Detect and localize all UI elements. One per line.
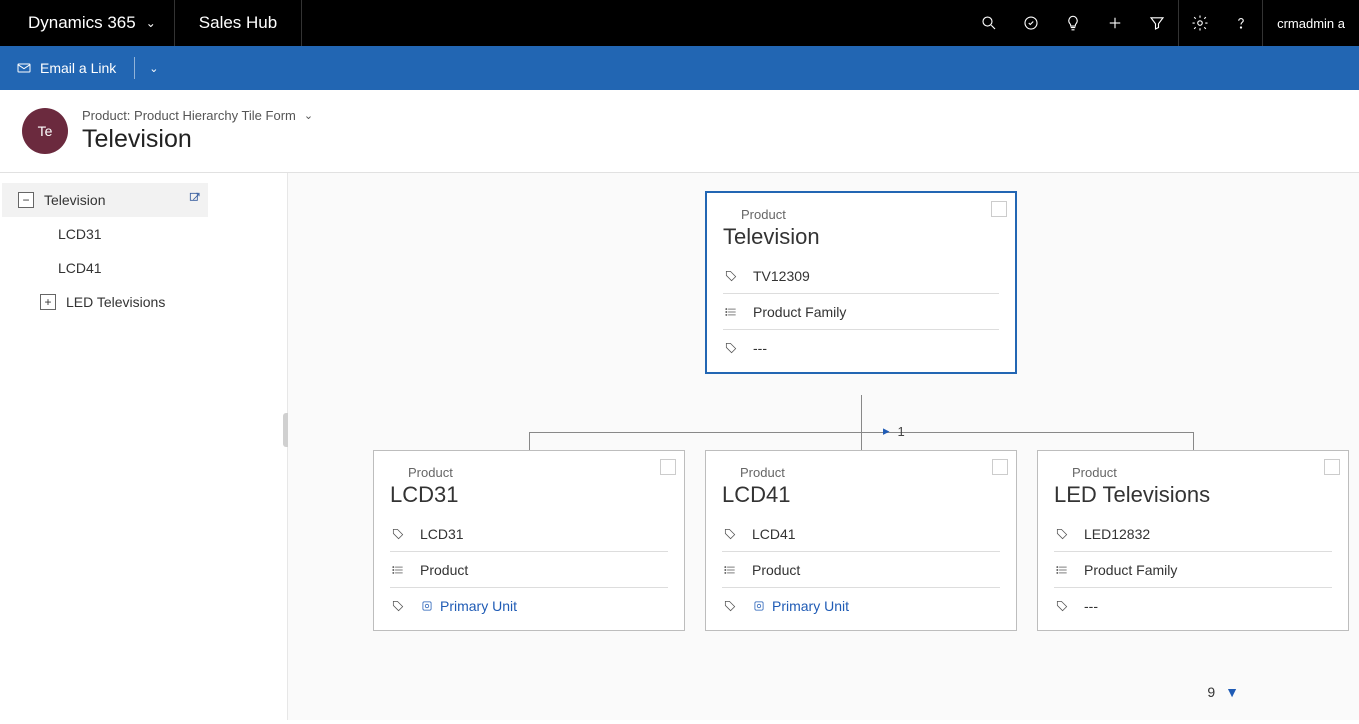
tile-row-code: TV12309 <box>723 258 999 294</box>
unit-link[interactable]: Primary Unit <box>752 598 849 614</box>
tile-led-televisions[interactable]: Product LED Televisions LED12832 Product… <box>1037 450 1349 631</box>
bulb-icon[interactable] <box>1052 0 1094 46</box>
tag-icon <box>390 527 406 541</box>
entity-label: Product <box>408 465 668 480</box>
page-title: Television <box>82 125 313 154</box>
collapse-icon[interactable]: − <box>18 192 34 208</box>
tile-row-type: Product Family <box>723 294 999 330</box>
hierarchy-tree: − Television LCD31 LCD41 + LED Televisio… <box>0 173 288 720</box>
email-link-button[interactable]: Email a Link <box>16 60 116 76</box>
mail-icon <box>16 60 32 76</box>
command-bar: Email a Link ⌄ <box>0 46 1359 90</box>
task-icon[interactable] <box>1010 0 1052 46</box>
entity-label: Product <box>741 207 999 222</box>
connector <box>529 432 530 450</box>
expand-icon[interactable]: + <box>40 294 56 310</box>
arrow-right-icon: ▸ <box>883 423 890 439</box>
tag-icon <box>1054 527 1070 541</box>
help-icon[interactable] <box>1220 0 1262 46</box>
page-indicator-top[interactable]: ▸ 1 <box>883 423 905 439</box>
app-name[interactable]: Sales Hub <box>175 0 302 46</box>
tree-node-led[interactable]: + LED Televisions <box>0 285 287 319</box>
page-header: Te Product: Product Hierarchy Tile Form … <box>0 90 1359 172</box>
tile-lcd31[interactable]: Product LCD31 LCD31 Product Primary Unit <box>373 450 685 631</box>
link-icon <box>420 599 434 613</box>
tag-icon <box>390 599 406 613</box>
tree-node-television[interactable]: − Television <box>2 183 208 217</box>
connector <box>1193 432 1194 450</box>
plus-icon[interactable] <box>1094 0 1136 46</box>
brand-label: Dynamics 365 <box>28 13 136 33</box>
chevron-down-icon: ⌄ <box>146 16 156 30</box>
topbar-icons <box>968 0 1262 46</box>
user-menu[interactable]: crmadmin a <box>1262 0 1359 46</box>
chevron-down-icon[interactable]: ⌄ <box>149 62 158 75</box>
tile-title: LED Televisions <box>1054 482 1332 508</box>
tile-lcd41[interactable]: Product LCD41 LCD41 Product Primary Unit <box>705 450 1017 631</box>
list-icon <box>1054 563 1070 577</box>
arrow-down-icon: ▼ <box>1225 684 1239 700</box>
open-record-icon[interactable] <box>188 191 202 208</box>
tile-action-icon[interactable] <box>660 459 676 475</box>
tile-title: LCD41 <box>722 482 1000 508</box>
gear-icon[interactable] <box>1178 0 1220 46</box>
divider <box>134 57 135 79</box>
list-icon <box>723 305 739 319</box>
avatar: Te <box>22 108 68 154</box>
search-icon[interactable] <box>968 0 1010 46</box>
chevron-down-icon: ⌄ <box>304 109 313 122</box>
connector <box>861 432 862 450</box>
tag-icon <box>722 527 738 541</box>
tag-icon <box>722 599 738 613</box>
form-selector[interactable]: Product: Product Hierarchy Tile Form ⌄ <box>82 108 313 123</box>
page-indicator-bottom[interactable]: 9 ▼ <box>1207 684 1239 700</box>
list-icon <box>722 563 738 577</box>
tile-title: Television <box>723 224 999 250</box>
entity-label: Product <box>740 465 1000 480</box>
entity-label: Product <box>1072 465 1332 480</box>
tree-node-lcd41[interactable]: LCD41 <box>0 251 287 285</box>
link-icon <box>752 599 766 613</box>
top-nav-bar: Dynamics 365 ⌄ Sales Hub crmadmin a <box>0 0 1359 46</box>
tile-action-icon[interactable] <box>991 201 1007 217</box>
tag-icon <box>723 341 739 355</box>
content-area: − Television LCD31 LCD41 + LED Televisio… <box>0 172 1359 720</box>
tile-action-icon[interactable] <box>1324 459 1340 475</box>
hierarchy-canvas: Product Television TV12309 Product Famil… <box>288 173 1359 720</box>
tile-action-icon[interactable] <box>992 459 1008 475</box>
connector <box>861 395 862 432</box>
tag-icon <box>1054 599 1070 613</box>
filter-icon[interactable] <box>1136 0 1178 46</box>
tag-icon <box>723 269 739 283</box>
tile-title: LCD31 <box>390 482 668 508</box>
unit-link[interactable]: Primary Unit <box>420 598 517 614</box>
list-icon <box>390 563 406 577</box>
tree-node-lcd31[interactable]: LCD31 <box>0 217 287 251</box>
brand-switcher[interactable]: Dynamics 365 ⌄ <box>0 0 175 46</box>
tile-television[interactable]: Product Television TV12309 Product Famil… <box>705 191 1017 374</box>
tile-row-unit: --- <box>723 330 999 366</box>
